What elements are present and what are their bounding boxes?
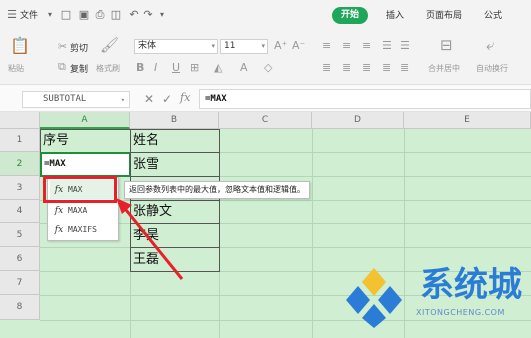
clear-format-icon[interactable]: ◇ bbox=[264, 62, 272, 74]
formula-input[interactable]: =MAX bbox=[199, 89, 531, 109]
borders-icon[interactable]: ⊞ bbox=[190, 62, 199, 74]
ribbon: 📋 粘贴 ✂ 剪切 ⧉ 复制 🖌 格式刷 宋体 ▾ 11 ▾ A⁺ A⁻ B I… bbox=[0, 30, 531, 84]
insert-function-icon[interactable]: fx bbox=[180, 91, 190, 104]
wrap-text-icon[interactable]: ⤶ bbox=[486, 38, 494, 53]
name-box-value: SUBTOTAL bbox=[43, 94, 87, 104]
redo-icon[interactable]: ↷ bbox=[142, 9, 154, 21]
chevron-down-icon[interactable]: ▾ bbox=[44, 9, 56, 21]
autocomplete-item-label: MAXA bbox=[68, 206, 88, 215]
copy-button[interactable]: 复制 bbox=[70, 62, 88, 75]
italic-icon[interactable]: I bbox=[154, 62, 157, 74]
column-header-d[interactable]: D bbox=[312, 112, 404, 129]
name-box[interactable]: SUBTOTAL ▾ bbox=[22, 91, 130, 108]
confirm-icon[interactable]: ✓ bbox=[162, 92, 172, 106]
menu-file[interactable]: 文件 bbox=[20, 9, 38, 23]
grid-line bbox=[312, 129, 313, 338]
font-name-value: 宋体 bbox=[138, 41, 157, 51]
indent-increase-icon[interactable]: ☰ bbox=[400, 40, 410, 52]
cancel-icon[interactable]: ✕ bbox=[144, 92, 154, 106]
chevron-down-icon: ▾ bbox=[120, 96, 125, 104]
format-painter-icon[interactable]: 🖌 bbox=[100, 38, 119, 53]
justify-icon[interactable]: ≣ bbox=[382, 62, 391, 74]
paste-icon[interactable]: 📋 bbox=[10, 38, 30, 54]
align-center-icon[interactable]: ≣ bbox=[342, 62, 351, 74]
menu-bar: ☰ 文件 ▾ □ ▣ ⎙ ◫ ↶ ↷ ▾ 开始 插入 页面布局 公式 bbox=[0, 0, 531, 30]
fill-color-icon[interactable]: ◭ bbox=[214, 62, 222, 74]
chevron-down-icon[interactable]: ▾ bbox=[156, 9, 168, 21]
tab-insert[interactable]: 插入 bbox=[386, 9, 404, 23]
align-top-icon[interactable]: ≡ bbox=[322, 40, 331, 52]
decrease-font-size-icon[interactable]: A⁻ bbox=[292, 40, 305, 52]
column-header-b[interactable]: B bbox=[130, 112, 219, 129]
print-icon[interactable]: ⎙ bbox=[94, 9, 106, 21]
tab-start[interactable]: 开始 bbox=[332, 7, 368, 24]
column-header-c[interactable]: C bbox=[219, 112, 312, 129]
new-file-icon[interactable]: □ bbox=[60, 9, 72, 21]
column-header-e[interactable]: E bbox=[404, 112, 531, 129]
cut-button[interactable]: 剪切 bbox=[70, 41, 88, 54]
increase-font-size-icon[interactable]: A⁺ bbox=[274, 40, 287, 52]
select-all-corner[interactable] bbox=[0, 112, 40, 129]
watermark-url: XITONGCHENG.COM bbox=[416, 308, 505, 317]
indent-decrease-icon[interactable]: ☰ bbox=[382, 40, 392, 52]
row-header-3[interactable]: 3 bbox=[0, 176, 40, 200]
copy-icon[interactable]: ⧉ bbox=[58, 61, 66, 73]
auto-wrap-button[interactable]: 自动换行 bbox=[476, 63, 508, 74]
preview-icon[interactable]: ◫ bbox=[110, 9, 122, 21]
cell-a2-active[interactable]: =MAX bbox=[40, 152, 131, 177]
chevron-down-icon: ▾ bbox=[211, 42, 215, 50]
font-size-select[interactable]: 11 ▾ bbox=[220, 39, 268, 54]
underline-icon[interactable]: U bbox=[172, 62, 180, 74]
cell-b2[interactable]: 张雪 bbox=[130, 152, 220, 177]
column-header-a[interactable]: A bbox=[40, 112, 130, 129]
watermark-logo-icon bbox=[346, 268, 402, 328]
scissors-icon[interactable]: ✂ bbox=[58, 41, 67, 53]
save-icon[interactable]: ▣ bbox=[78, 9, 90, 21]
font-size-value: 11 bbox=[224, 41, 236, 51]
hamburger-menu-icon[interactable]: ☰ bbox=[6, 9, 18, 21]
autocomplete-item-maxa[interactable]: fx MAXA bbox=[50, 201, 116, 220]
merge-center-icon[interactable]: ⊟ bbox=[440, 38, 453, 53]
highlight-box bbox=[43, 176, 117, 203]
undo-icon[interactable]: ↶ bbox=[128, 9, 140, 21]
row-header-7[interactable]: 7 bbox=[0, 271, 40, 295]
cell-b1[interactable]: 姓名 bbox=[130, 129, 220, 153]
function-icon: fx bbox=[54, 225, 64, 235]
tab-formulas[interactable]: 公式 bbox=[484, 9, 502, 23]
row-header-8[interactable]: 8 bbox=[0, 295, 40, 320]
annotation-arrow bbox=[116, 198, 184, 280]
align-right-icon[interactable]: ≣ bbox=[362, 62, 371, 74]
row-header-6[interactable]: 6 bbox=[0, 247, 40, 271]
chevron-down-icon: ▾ bbox=[261, 42, 265, 50]
autocomplete-item-maxifs[interactable]: fx MAXIFS bbox=[50, 220, 116, 239]
arrow-head bbox=[116, 198, 132, 214]
bold-icon[interactable]: B bbox=[136, 62, 144, 74]
merge-center-button[interactable]: 合并居中 bbox=[428, 63, 460, 74]
align-left-icon[interactable]: ≣ bbox=[322, 62, 331, 74]
grid-line bbox=[40, 320, 531, 321]
autocomplete-item-label: MAXIFS bbox=[68, 225, 97, 234]
format-painter-button[interactable]: 格式刷 bbox=[96, 63, 120, 74]
row-header-5[interactable]: 5 bbox=[0, 223, 40, 247]
cell-a1[interactable]: 序号 bbox=[40, 129, 131, 153]
align-middle-icon[interactable]: ≡ bbox=[342, 40, 351, 52]
formula-bar: SUBTOTAL ▾ ✕ ✓ fx =MAX bbox=[0, 84, 531, 112]
row-header-2[interactable]: 2 bbox=[0, 152, 40, 176]
font-name-select[interactable]: 宋体 ▾ bbox=[134, 39, 218, 54]
watermark-title: 系统城 bbox=[420, 265, 522, 305]
row-header-4[interactable]: 4 bbox=[0, 200, 40, 223]
function-icon: fx bbox=[54, 206, 64, 216]
tab-page-layout[interactable]: 页面布局 bbox=[426, 9, 462, 23]
arrow-shaft bbox=[120, 204, 184, 280]
distributed-icon[interactable]: ≣ bbox=[400, 62, 409, 74]
row-header-1[interactable]: 1 bbox=[0, 129, 40, 152]
font-color-icon[interactable]: A bbox=[240, 62, 248, 74]
paste-button[interactable]: 粘贴 bbox=[8, 63, 24, 74]
align-bottom-icon[interactable]: ≡ bbox=[362, 40, 371, 52]
